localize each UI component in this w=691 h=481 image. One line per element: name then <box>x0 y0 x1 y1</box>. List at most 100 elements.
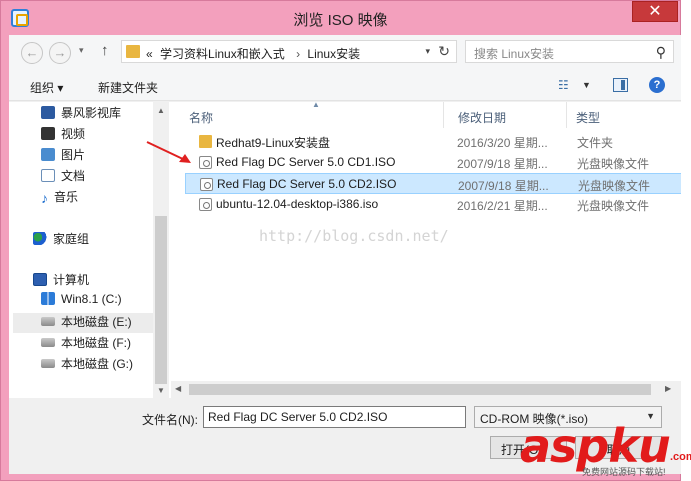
homegroup-icon <box>33 232 47 245</box>
documents-icon <box>41 169 55 182</box>
scrollbar-thumb[interactable] <box>189 384 651 395</box>
scroll-left-icon[interactable]: ◀ <box>175 384 181 393</box>
sidebar-item-drive-g[interactable]: 本地磁盘 (G:) <box>41 355 133 375</box>
dialog-client: ← → ▾ ↑ « 学习资料Linux和嵌入式 › Linux安装 ▾ ↻ 搜索… <box>9 35 682 474</box>
logo-text: aspku <box>520 419 671 473</box>
sidebar-item-computer[interactable]: 计算机 <box>33 271 89 291</box>
search-input[interactable]: 搜索 Linux安装 <box>474 45 554 62</box>
sidebar-item-label: 本地磁盘 (G:) <box>61 357 133 371</box>
sidebar-item-pictures[interactable]: 图片 <box>41 146 85 166</box>
help-icon[interactable]: ? <box>649 77 665 93</box>
column-divider[interactable] <box>443 102 444 128</box>
sidebar-item-videos[interactable]: 视频 <box>41 125 85 145</box>
column-type[interactable]: 类型 <box>576 109 600 126</box>
file-name: Red Flag DC Server 5.0 CD1.ISO <box>216 155 396 169</box>
file-name: Red Flag DC Server 5.0 CD2.ISO <box>217 177 397 191</box>
refresh-icon[interactable]: ↻ <box>438 43 450 60</box>
command-toolbar: 组织 ▾ 新建文件夹 ☷ ▼ ? <box>9 71 682 101</box>
view-options-icon[interactable]: ☷ <box>558 78 574 92</box>
file-date: 2007/9/18 星期... <box>457 157 548 171</box>
sidebar-item-label: 计算机 <box>53 273 90 287</box>
sidebar-item-label: 音乐 <box>54 190 79 204</box>
forward-button[interactable]: → <box>49 42 71 64</box>
sidebar-item-label: 视频 <box>61 127 86 141</box>
breadcrumb-item[interactable]: 学习资料Linux和嵌入式 <box>160 47 285 61</box>
breadcrumb-separator[interactable]: › <box>296 47 300 61</box>
annotation-arrow-icon <box>146 141 191 163</box>
sidebar-item-music[interactable]: ♪ 音乐 <box>41 188 78 208</box>
sort-ascending-icon: ▲ <box>312 100 320 109</box>
file-type: 文件夹 <box>577 136 614 150</box>
filename-field[interactable]: Red Flag DC Server 5.0 CD2.ISO <box>203 406 466 428</box>
drive-icon <box>41 338 55 347</box>
background-strip <box>681 0 691 481</box>
title-bar[interactable]: 浏览 ISO 映像 ✕ <box>1 1 680 35</box>
breadcrumb: « 学习资料Linux和嵌入式 › Linux安装 <box>146 45 364 62</box>
column-header: ▲ 名称 修改日期 类型 <box>171 100 682 128</box>
disc-image-icon <box>199 198 212 211</box>
drive-icon <box>41 359 55 368</box>
disc-image-icon <box>199 156 212 169</box>
music-icon: ♪ <box>41 190 48 206</box>
search-box[interactable]: 搜索 Linux安装 ⚲ <box>465 40 674 63</box>
file-row-selected[interactable]: Red Flag DC Server 5.0 CD2.ISO 2007/9/18… <box>185 173 682 194</box>
back-button[interactable]: ← <box>21 42 43 64</box>
sidebar-item-documents[interactable]: 文档 <box>41 167 85 187</box>
file-row[interactable]: ubuntu-12.04-desktop-i386.iso 2016/2/21 … <box>185 194 682 215</box>
scroll-down-icon[interactable]: ▼ <box>157 386 165 395</box>
close-button[interactable]: ✕ <box>632 1 678 22</box>
windows-drive-icon <box>41 292 55 305</box>
sidebar-item-drive-e[interactable]: 本地磁盘 (E:) <box>13 313 155 333</box>
sidebar-item-label: 图片 <box>61 148 86 162</box>
site-logo: aspku 免费网站源码下载站! .com <box>520 419 691 481</box>
logo-suffix: .com <box>670 451 691 463</box>
file-type: 光盘映像文件 <box>577 199 650 213</box>
main-area: 暴风影视库 视频 图片 文档 ♪ 音乐 家庭组 计算机 Win8.1 (C:) 本… <box>9 100 682 398</box>
sidebar-item-homegroup[interactable]: 家庭组 <box>33 230 89 250</box>
horizontal-scrollbar[interactable]: ◀ ▶ <box>171 381 682 398</box>
column-divider[interactable] <box>566 102 567 128</box>
filename-label: 文件名(N): <box>142 413 198 427</box>
file-row[interactable]: Red Flag DC Server 5.0 CD1.ISO 2007/9/18… <box>185 152 682 173</box>
new-folder-button[interactable]: 新建文件夹 <box>98 79 158 96</box>
breadcrumb-item-current[interactable]: Linux安装 <box>307 47 360 61</box>
sidebar-item-video-library[interactable]: 暴风影视库 <box>41 104 121 124</box>
column-date[interactable]: 修改日期 <box>458 109 506 126</box>
search-icon[interactable]: ⚲ <box>656 44 666 61</box>
drive-icon <box>41 317 55 326</box>
sidebar-item-drive-f[interactable]: 本地磁盘 (F:) <box>41 334 131 354</box>
dialog-window: 浏览 ISO 映像 ✕ ← → ▾ ↑ « 学习资料Linux和嵌入式 › Li… <box>0 0 682 481</box>
file-row[interactable]: Redhat9-Linux安装盘 2016/3/20 星期... 文件夹 <box>185 131 682 152</box>
recent-locations-chevron-icon[interactable]: ▾ <box>79 45 84 56</box>
preview-pane-icon[interactable] <box>613 78 628 92</box>
column-name[interactable]: 名称 <box>189 109 213 126</box>
folder-icon <box>126 45 140 58</box>
watermark-text: http://blog.csdn.net/ <box>259 227 449 245</box>
video-library-icon <box>41 106 55 119</box>
organize-button[interactable]: 组织 ▾ <box>30 79 63 96</box>
disc-image-icon <box>200 178 213 191</box>
logo-tagline: 免费网站源码下载站! <box>582 467 666 477</box>
pictures-icon <box>41 148 55 161</box>
up-button[interactable]: ↑ <box>101 42 109 59</box>
sidebar-item-label: 家庭组 <box>53 232 90 246</box>
scroll-right-icon[interactable]: ▶ <box>665 384 671 393</box>
sidebar-item-label: 本地磁盘 (F:) <box>61 336 131 350</box>
folder-icon <box>199 135 212 148</box>
sidebar-item-drive-c[interactable]: Win8.1 (C:) <box>41 292 122 312</box>
sidebar-item-label: Win8.1 (C:) <box>61 292 122 306</box>
view-dropdown-icon[interactable]: ▼ <box>582 80 591 90</box>
sidebar-item-label: 文档 <box>61 169 86 183</box>
file-date: 2016/2/21 星期... <box>457 199 548 213</box>
breadcrumb-overflow[interactable]: « <box>146 47 153 61</box>
file-name: ubuntu-12.04-desktop-i386.iso <box>216 197 379 211</box>
address-dropdown-icon[interactable]: ▾ <box>425 46 430 57</box>
sidebar-item-label: 本地磁盘 (E:) <box>61 315 132 329</box>
file-name: Redhat9-Linux安装盘 <box>216 136 331 150</box>
scrollbar-thumb[interactable] <box>155 216 167 384</box>
window-title: 浏览 ISO 映像 <box>293 12 388 29</box>
file-type: 光盘映像文件 <box>577 157 650 171</box>
address-bar[interactable]: « 学习资料Linux和嵌入式 › Linux安装 ▾ ↻ <box>121 40 457 63</box>
file-date: 2007/9/18 星期... <box>458 179 549 193</box>
scroll-up-icon[interactable]: ▲ <box>157 106 165 115</box>
